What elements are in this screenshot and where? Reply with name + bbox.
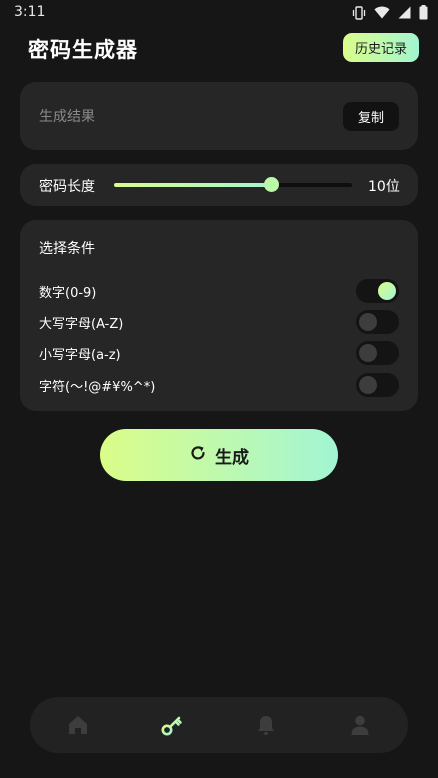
refresh-icon [189, 444, 207, 467]
user-icon[interactable] [348, 713, 372, 737]
condition-row-symbols: 字符(～!@#¥%^*) [20, 373, 418, 397]
bell-icon[interactable] [254, 713, 278, 737]
history-button[interactable]: 历史记录 [343, 33, 419, 62]
length-value: 10位 [368, 179, 400, 195]
battery-icon [419, 5, 428, 20]
condition-label: 字符(～!@#¥%^*) [39, 380, 156, 395]
status-icons [352, 5, 428, 20]
condition-row-digits: 数字(0-9) [20, 279, 418, 303]
condition-label: 小写字母(a-z) [39, 348, 121, 363]
condition-label: 数字(0-9) [39, 286, 97, 301]
condition-row-uppercase: 大写字母(A-Z) [20, 310, 418, 334]
wifi-icon [374, 6, 390, 19]
length-slider[interactable] [114, 177, 352, 192]
result-card: 生成结果 复制 [20, 82, 418, 150]
symbols-toggle[interactable] [356, 373, 399, 397]
toggle-knob [359, 376, 377, 394]
home-icon[interactable] [66, 713, 90, 737]
length-card: 密码长度 10位 [20, 164, 418, 206]
conditions-card: 选择条件 数字(0-9) 大写字母(A-Z) 小写字母(a-z) 字符(～!@#… [20, 220, 418, 411]
generate-label: 生成 [215, 447, 249, 468]
toggle-knob [359, 313, 377, 331]
status-bar: 3:11 [0, 0, 438, 26]
generate-button[interactable]: 生成 [100, 429, 338, 481]
condition-row-lowercase: 小写字母(a-z) [20, 341, 418, 365]
slider-fill [114, 183, 272, 187]
uppercase-toggle[interactable] [356, 310, 399, 334]
bottom-nav [30, 697, 408, 753]
lowercase-toggle[interactable] [356, 341, 399, 365]
length-label: 密码长度 [39, 179, 95, 195]
signal-icon [398, 6, 411, 19]
vibrate-icon [352, 5, 366, 20]
result-label: 生成结果 [39, 109, 95, 125]
toggle-knob [359, 344, 377, 362]
slider-thumb[interactable] [264, 177, 280, 192]
digits-toggle[interactable] [356, 279, 399, 303]
condition-label: 大写字母(A-Z) [39, 317, 124, 332]
page-title: 密码生成器 [28, 38, 138, 62]
status-time: 3:11 [14, 4, 46, 20]
conditions-title: 选择条件 [39, 241, 95, 257]
key-icon[interactable] [160, 713, 184, 737]
toggle-knob [378, 282, 396, 300]
copy-button[interactable]: 复制 [343, 102, 399, 131]
